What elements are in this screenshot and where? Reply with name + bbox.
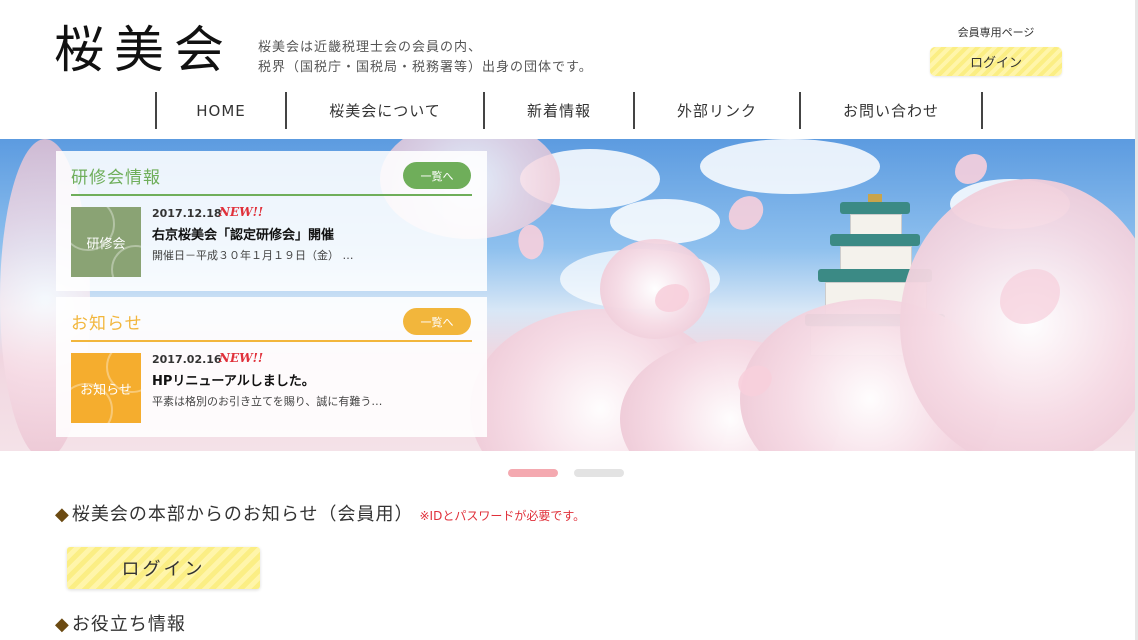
panel-divider	[71, 194, 472, 196]
entry-date: 2017.12.18	[152, 207, 222, 220]
member-page-label: 会員専用ページ	[957, 26, 1035, 39]
falling-petal	[724, 190, 768, 236]
diamond-bullet-icon: ◆	[55, 614, 70, 635]
training-thumbnail[interactable]: 研修会	[71, 207, 141, 277]
panel-title: 研修会情報	[71, 168, 161, 188]
notice-news-panel: お知らせ 一覧へ お知らせ 2017.02.16 NEW!! HPリニューアルし…	[56, 297, 487, 437]
cherry-blossom-cluster	[600, 239, 710, 339]
members-login-button[interactable]: ログイン	[67, 547, 260, 589]
training-more-button[interactable]: 一覧へ	[403, 162, 471, 189]
members-notice-heading: ◆ 桜美会の本部からのお知らせ（会員用） ※IDとパスワードが必要です。	[55, 500, 585, 526]
entry-date: 2017.02.16	[152, 353, 222, 366]
castle-roof	[830, 234, 920, 246]
cloud-shape	[700, 139, 880, 194]
slider-dot-2[interactable]	[574, 469, 624, 477]
notice-thumbnail[interactable]: お知らせ	[71, 353, 141, 423]
useful-info-heading: ◆ お役立ち情報	[55, 610, 186, 636]
useful-heading-text: お役立ち情報	[71, 614, 186, 635]
castle-roof	[840, 202, 910, 214]
cloud-shape	[610, 199, 720, 244]
diamond-bullet-icon: ◆	[55, 504, 70, 525]
site-tagline: 桜美会は近畿税理士会の会員の内、 税界（国税庁・国税局・税務署等）出身の団体です…	[258, 38, 593, 78]
new-badge: NEW!!	[219, 351, 264, 365]
nav-item-home[interactable]: HOME	[155, 92, 285, 129]
thumb-label: 研修会	[86, 236, 126, 252]
slider-dot-1[interactable]	[508, 469, 558, 477]
nav-item-news[interactable]: 新着情報	[483, 92, 633, 129]
site-logo[interactable]: 桜美会	[54, 20, 234, 80]
new-badge: NEW!!	[219, 205, 264, 219]
nav-item-about[interactable]: 桜美会について	[285, 92, 483, 129]
panel-title: お知らせ	[71, 314, 143, 334]
entry-excerpt: 開催日－平成３０年１月１９日（金） …	[152, 249, 354, 262]
members-heading-text: 桜美会の本部からのお知らせ（会員用）	[71, 504, 414, 525]
panel-divider	[71, 340, 472, 342]
entry-excerpt: 平素は格別のお引き立てを賜り、誠に有難う…	[152, 395, 383, 408]
tagline-line-2: 税界（国税庁・国税局・税務署等）出身の団体です。	[258, 60, 593, 75]
tagline-line-1: 桜美会は近畿税理士会の会員の内、	[258, 40, 483, 55]
nav-item-links[interactable]: 外部リンク	[633, 92, 799, 129]
training-news-panel: 研修会情報 一覧へ 研修会 2017.12.18 NEW!! 右京桜美会「認定研…	[56, 151, 487, 291]
nav-item-contact[interactable]: お問い合わせ	[799, 92, 983, 129]
entry-title-link[interactable]: 右京桜美会「認定研修会」開催	[152, 224, 334, 243]
falling-petal	[955, 154, 987, 184]
thumb-label: お知らせ	[80, 382, 132, 398]
members-credential-note: ※IDとパスワードが必要です。	[419, 509, 586, 523]
castle-ornament	[868, 194, 882, 202]
notice-more-button[interactable]: 一覧へ	[403, 308, 471, 335]
header-login-button[interactable]: ログイン	[930, 47, 1062, 76]
main-nav: HOME 桜美会について 新着情報 外部リンク お問い合わせ	[155, 92, 983, 129]
entry-title-link[interactable]: HPリニューアルしました。	[152, 370, 315, 389]
